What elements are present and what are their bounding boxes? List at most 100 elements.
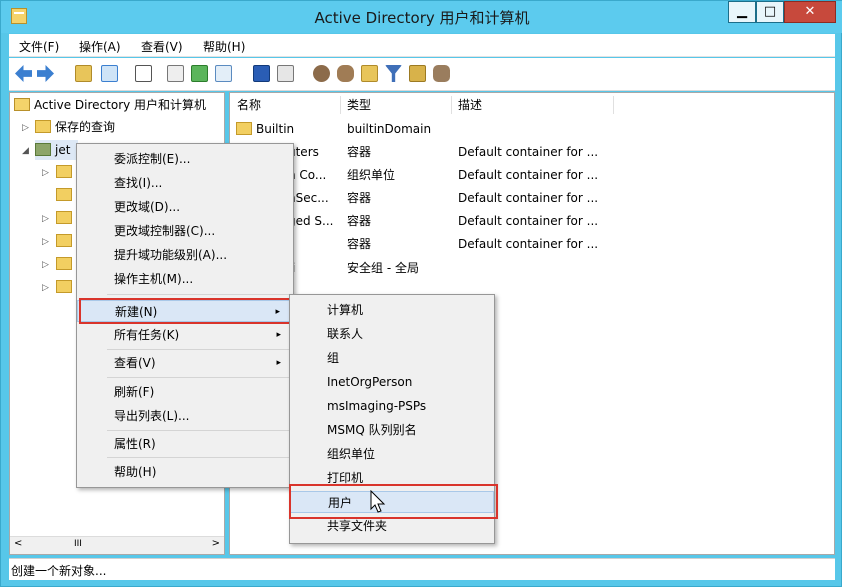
submenu-item-msmq[interactable]: MSMQ 队列别名 — [290, 419, 494, 441]
menu-item-all-tasks[interactable]: 所有任务(K) ▸ — [77, 324, 293, 346]
close-button[interactable]: ✕ — [784, 1, 836, 23]
folder-icon — [56, 234, 72, 247]
submenu-arrow-icon: ▸ — [276, 358, 281, 368]
submenu-item-contact[interactable]: 联系人 — [290, 323, 494, 345]
add-group-icon[interactable] — [337, 65, 354, 82]
column-header-name[interactable]: 名称 — [237, 95, 261, 115]
submenu-item-group[interactable]: 组 — [290, 347, 494, 369]
properties-icon[interactable] — [167, 65, 184, 82]
row-desc: Default container for ... — [458, 191, 599, 205]
menu-action[interactable]: 操作(A) — [79, 38, 121, 55]
domain-icon — [35, 143, 51, 156]
tree-item-domain[interactable]: jet — [35, 140, 79, 160]
row-desc: Default container for ... — [458, 145, 599, 159]
mouse-cursor-icon — [370, 490, 386, 513]
find-icon[interactable] — [409, 65, 426, 82]
row-desc: Default container for ... — [458, 237, 599, 251]
row-type: 容器 — [347, 191, 372, 205]
expand-arrow-icon[interactable]: ▷ — [42, 214, 49, 224]
delegate-icon[interactable] — [433, 65, 450, 82]
toolbar — [9, 58, 835, 91]
console-icon[interactable] — [277, 65, 294, 82]
menu-item-refresh[interactable]: 刷新(F) — [77, 381, 293, 403]
column-divider[interactable] — [451, 96, 452, 114]
ad-console-icon — [14, 98, 30, 111]
tree-item-label: jet — [55, 143, 71, 157]
refresh-icon[interactable] — [191, 65, 208, 82]
menu-item-delegate[interactable]: 委派控制(E)... — [77, 148, 293, 170]
column-header-type[interactable]: 类型 — [347, 95, 371, 115]
column-divider[interactable] — [613, 96, 614, 114]
menu-view[interactable]: 查看(V) — [141, 38, 183, 55]
scroll-right-icon[interactable]: > — [212, 538, 220, 549]
menu-item-help[interactable]: 帮助(H) — [77, 461, 293, 483]
show-hide-tree-icon[interactable] — [101, 65, 118, 82]
horizontal-scrollbar[interactable]: < III > — [10, 536, 224, 554]
column-header-desc[interactable]: 描述 — [458, 95, 482, 115]
filter-icon[interactable] — [385, 65, 402, 82]
menu-item-export-list[interactable]: 导出列表(L)... — [77, 405, 293, 427]
copy-icon[interactable] — [135, 65, 152, 82]
menu-item-find[interactable]: 查找(I)... — [77, 172, 293, 194]
scroll-thumb[interactable]: III — [74, 539, 82, 549]
menu-item-change-domain[interactable]: 更改域(D)... — [77, 196, 293, 218]
folder-icon — [56, 280, 72, 293]
expand-arrow-icon[interactable]: ▷ — [42, 168, 49, 178]
column-divider[interactable] — [340, 96, 341, 114]
expand-arrow-icon[interactable]: ▷ — [42, 260, 49, 270]
row-desc: Default container for ... — [458, 168, 599, 182]
menu-file[interactable]: 文件(F) — [19, 38, 59, 55]
status-text: 创建一个新对象... — [11, 564, 107, 578]
menu-item-change-dc[interactable]: 更改域控制器(C)... — [77, 220, 293, 242]
scroll-left-icon[interactable]: < — [14, 538, 22, 549]
menu-item-properties[interactable]: 属性(R) — [77, 433, 293, 455]
submenu-item-computer[interactable]: 计算机 — [290, 299, 494, 321]
folder-icon — [35, 120, 51, 133]
maximize-button[interactable]: □ — [756, 1, 784, 23]
row-type: 容器 — [347, 145, 372, 159]
submenu-item-ou[interactable]: 组织单位 — [290, 443, 494, 465]
tree-root[interactable]: Active Directory 用户和计算机 — [14, 95, 206, 115]
add-ou-icon[interactable] — [361, 65, 378, 82]
collapse-arrow-icon[interactable]: ◢ — [22, 146, 29, 156]
menu-separator — [107, 349, 291, 350]
menu-separator — [107, 377, 291, 378]
row-name: nSec... — [288, 191, 329, 205]
menu-help[interactable]: 帮助(H) — [203, 38, 245, 55]
status-bar: 创建一个新对象... — [9, 558, 835, 580]
folder-icon — [56, 188, 72, 201]
help-icon[interactable] — [253, 65, 270, 82]
menu-item-view[interactable]: 查看(V) ▸ — [77, 352, 293, 374]
menu-item-label: 查看(V) — [114, 356, 156, 370]
menu-item-raise-level[interactable]: 提升域功能级别(A)... — [77, 244, 293, 266]
expand-arrow-icon[interactable]: ▷ — [42, 283, 49, 293]
forward-icon[interactable] — [37, 65, 54, 82]
window-title: Active Directory 用户和计算机 — [314, 9, 530, 27]
folder-icon — [56, 257, 72, 270]
row-desc: Default container for ... — [458, 214, 599, 228]
up-folder-icon[interactable] — [75, 65, 92, 82]
folder-icon — [236, 122, 252, 135]
row-type: 组织单位 — [347, 168, 396, 182]
expand-arrow-icon[interactable]: ▷ — [22, 123, 29, 133]
menu-bar: 文件(F) 操作(A) 查看(V) 帮助(H) — [9, 34, 835, 57]
back-icon[interactable] — [15, 65, 32, 82]
tree-item-label: 保存的查询 — [55, 120, 116, 134]
title-bar[interactable]: Active Directory 用户和计算机 ▁ □ ✕ — [1, 1, 842, 33]
row-type: builtinDomain — [347, 122, 432, 136]
tree-root-label: Active Directory 用户和计算机 — [34, 98, 207, 112]
menu-separator — [107, 294, 291, 295]
row-name: ged S... — [288, 214, 334, 228]
expand-arrow-icon[interactable]: ▷ — [42, 237, 49, 247]
menu-separator — [107, 430, 291, 431]
submenu-item-inetorgperson[interactable]: InetOrgPerson — [290, 371, 494, 393]
tree-item-saved-queries[interactable]: 保存的查询 — [35, 117, 115, 137]
highlight-box — [79, 298, 295, 324]
add-user-icon[interactable] — [313, 65, 330, 82]
minimize-button[interactable]: ▁ — [728, 1, 756, 23]
highlight-box — [289, 484, 498, 519]
menu-item-operations-masters[interactable]: 操作主机(M)... — [77, 268, 293, 290]
row-type: 安全组 - 全局 — [347, 261, 419, 275]
submenu-item-msimaging[interactable]: msImaging-PSPs — [290, 395, 494, 417]
export-icon[interactable] — [215, 65, 232, 82]
